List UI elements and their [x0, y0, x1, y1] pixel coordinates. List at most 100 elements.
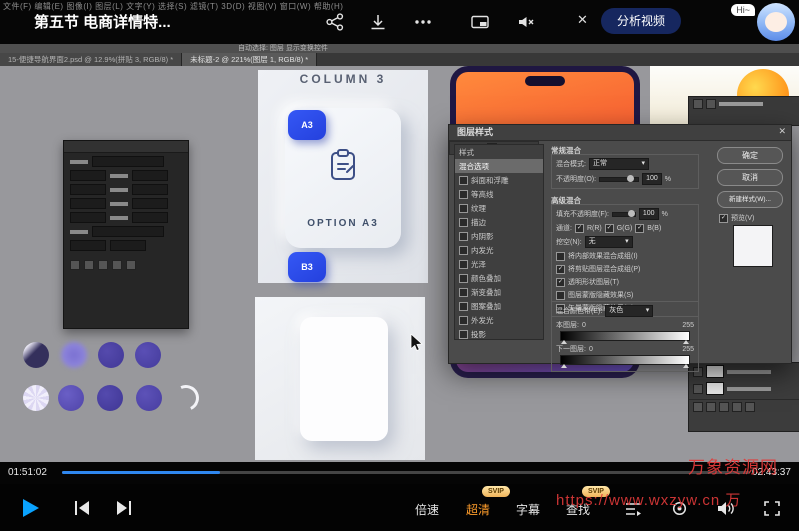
swatch-crescent[interactable] — [169, 381, 202, 414]
swatch-circle[interactable] — [135, 342, 161, 368]
style-checkbox[interactable] — [459, 260, 468, 269]
swatch-circle[interactable] — [58, 385, 84, 411]
style-item[interactable]: 内阴影 — [455, 229, 543, 243]
ps-tab-2[interactable]: 未标题-2 @ 221%(图层 1, RGB/8) * — [182, 53, 317, 66]
dialog-close-icon[interactable]: ✕ — [778, 126, 786, 137]
panel-header[interactable] — [64, 141, 188, 153]
panel-field[interactable] — [70, 198, 106, 209]
style-checkbox[interactable] — [459, 302, 468, 311]
style-checkbox[interactable] — [459, 218, 468, 227]
subtitles-button[interactable]: 字幕 — [516, 501, 540, 518]
style-item[interactable]: 图案叠加 — [455, 299, 543, 313]
share-icon[interactable] — [325, 12, 345, 32]
opacity-field[interactable]: 100 — [642, 173, 662, 185]
panel-button[interactable] — [706, 402, 716, 412]
mute-icon[interactable] — [516, 12, 536, 32]
panel-field[interactable] — [132, 170, 168, 181]
style-item-selected[interactable]: 混合选项 — [455, 159, 543, 173]
transparency-shapes-checkbox[interactable]: ✓ — [556, 278, 565, 287]
style-checkbox[interactable] — [459, 316, 468, 325]
panel-field[interactable] — [92, 226, 164, 237]
layer-thumbnail[interactable] — [706, 382, 724, 395]
opacity-slider[interactable] — [599, 177, 639, 182]
quality-button[interactable]: 超清 — [466, 501, 490, 518]
channel-b-checkbox[interactable]: ✓ — [635, 224, 644, 233]
layer-thumbnail[interactable] — [706, 365, 724, 378]
avatar[interactable] — [757, 3, 795, 41]
analyze-video-button[interactable]: 分析视频 — [601, 8, 681, 34]
style-checkbox[interactable] — [459, 232, 468, 241]
style-item[interactable]: 渐变叠加 — [455, 285, 543, 299]
panel-icon[interactable] — [693, 99, 703, 109]
previous-episode-button[interactable] — [72, 500, 92, 516]
ok-button[interactable]: 确定 — [717, 147, 783, 164]
panel-button[interactable] — [112, 260, 122, 270]
seek-bar[interactable] — [62, 471, 750, 474]
panel-button[interactable] — [84, 260, 94, 270]
new-style-button[interactable]: 新建样式(W)... — [717, 191, 783, 208]
style-checkbox[interactable] — [459, 204, 468, 213]
swatch-circle[interactable] — [23, 342, 49, 368]
knockout-select[interactable]: 无▾ — [585, 236, 633, 248]
dialog-title[interactable]: 图层样式 — [449, 125, 791, 141]
next-episode-button[interactable] — [114, 500, 134, 516]
style-checkbox[interactable] — [459, 288, 468, 297]
fill-opacity-field[interactable]: 100 — [639, 208, 659, 220]
panel-field[interactable] — [70, 170, 106, 181]
panel-field[interactable] — [70, 240, 106, 251]
style-item[interactable]: 投影 — [455, 327, 543, 341]
fill-opacity-slider[interactable] — [612, 212, 636, 217]
preview-checkbox[interactable]: ✓ — [719, 214, 728, 223]
download-icon[interactable] — [368, 12, 388, 32]
swatch-circle[interactable] — [61, 342, 87, 368]
ps-tab-1[interactable]: 15-便捷导航界面2.psd @ 12.9%(拼贴 3, RGB/8) * — [0, 53, 182, 66]
close-icon[interactable]: ✕ — [577, 12, 588, 28]
layer-mask-hides-checkbox[interactable] — [556, 291, 565, 300]
blend-clipped-checkbox[interactable]: ✓ — [556, 265, 565, 274]
pip-icon[interactable] — [470, 12, 490, 32]
panel-field[interactable] — [70, 212, 106, 223]
style-checkbox[interactable] — [459, 190, 468, 199]
style-item[interactable]: 颜色叠加 — [455, 271, 543, 285]
panel-button[interactable] — [98, 260, 108, 270]
fullscreen-icon[interactable] — [763, 500, 781, 517]
style-checkbox[interactable] — [459, 246, 468, 255]
trash-icon[interactable] — [745, 402, 755, 412]
swatch-circle[interactable] — [136, 385, 162, 411]
play-button[interactable] — [18, 496, 42, 520]
panel-field[interactable] — [70, 184, 106, 195]
blend-mode-select[interactable]: 正常▾ — [589, 158, 649, 170]
swatch-circle-pattern[interactable] — [23, 385, 49, 411]
style-checkbox[interactable] — [459, 274, 468, 283]
style-item[interactable]: 内发光 — [455, 243, 543, 257]
visibility-eye-icon[interactable] — [693, 384, 703, 394]
swatch-circle[interactable] — [98, 342, 124, 368]
style-item[interactable]: 光泽 — [455, 257, 543, 271]
panel-field[interactable] — [132, 212, 168, 223]
swatch-circle[interactable] — [97, 385, 123, 411]
panel-button[interactable] — [70, 260, 80, 270]
blend-if-select[interactable]: 灰色▾ — [605, 305, 653, 317]
panel-field[interactable] — [132, 198, 168, 209]
cancel-button[interactable]: 取消 — [717, 169, 783, 186]
channel-r-checkbox[interactable]: ✓ — [575, 224, 584, 233]
panel-field[interactable] — [132, 184, 168, 195]
panel-button[interactable] — [732, 402, 742, 412]
style-item[interactable]: 描边 — [455, 215, 543, 229]
blend-interior-checkbox[interactable] — [556, 252, 565, 261]
panel-button[interactable] — [719, 402, 729, 412]
this-layer-ramp[interactable] — [560, 331, 690, 341]
panel-button[interactable] — [693, 402, 703, 412]
underlying-layer-ramp[interactable] — [560, 355, 690, 365]
channel-g-checkbox[interactable]: ✓ — [605, 224, 614, 233]
style-checkbox[interactable] — [459, 330, 468, 339]
more-icon[interactable] — [413, 12, 433, 32]
panel-field[interactable] — [92, 156, 164, 167]
style-item[interactable]: 斜面和浮雕 — [455, 173, 543, 187]
panel-field[interactable] — [110, 240, 146, 251]
style-item[interactable]: 外发光 — [455, 313, 543, 327]
style-item[interactable]: 纹理 — [455, 201, 543, 215]
style-item[interactable]: 等高线 — [455, 187, 543, 201]
panel-button[interactable] — [126, 260, 136, 270]
style-checkbox[interactable] — [459, 176, 468, 185]
